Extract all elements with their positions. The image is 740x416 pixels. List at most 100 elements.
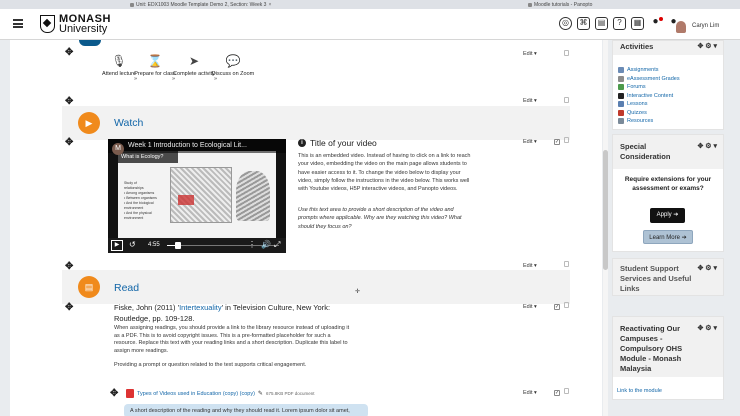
embedded-video[interactable]: What is Ecology? Study of relationships … — [108, 139, 286, 253]
help-icon[interactable]: ? — [613, 17, 626, 30]
lesson-icon — [618, 101, 624, 107]
play-button-icon[interactable]: ▶ — [111, 240, 123, 251]
edit-menu[interactable]: Edit ▾ — [523, 263, 537, 269]
h5p-icon — [618, 92, 624, 99]
edit-menu[interactable]: Edit ▾ — [523, 390, 537, 396]
learn-more-button[interactable]: Learn More ➔ — [643, 230, 693, 244]
mouse-cursor-icon: ✛ — [355, 289, 361, 295]
completion-checkbox[interactable]: ✓ — [554, 390, 560, 396]
block-title-special: Special Consideration — [620, 142, 671, 161]
edit-menu[interactable]: Edit ▾ — [523, 139, 537, 145]
monash-logo[interactable]: MONASH University — [40, 14, 111, 35]
completion-box[interactable] — [564, 261, 569, 267]
info-icon: i — [298, 139, 306, 147]
completion-box[interactable] — [564, 137, 569, 143]
browser-tab-panopto[interactable]: Moodle tutorials - Panopto — [528, 1, 592, 9]
edit-menu[interactable]: Edit ▾ — [523, 98, 537, 104]
move-handle-icon[interactable]: ✥ — [65, 138, 73, 148]
step-label: Prepare for class — [134, 71, 176, 77]
pencil-icon[interactable]: ✎ — [258, 390, 263, 397]
pdf-icon — [126, 389, 134, 398]
more-icon[interactable]: ⋮ — [248, 240, 256, 249]
video-controls: ▶ ↺ 4:55 ⋮ 🔊 ⤢ — [108, 238, 286, 253]
video-slide: What is Ecology? Study of relationships … — [118, 151, 276, 239]
pdf-size: 675.8KB PDF document — [265, 391, 315, 396]
video-title[interactable]: Week 1 Introduction to Ecological Lit... — [128, 142, 247, 149]
resource-icon — [618, 118, 624, 124]
activity-lessons[interactable]: Lessons — [618, 101, 648, 107]
activity-assignments[interactable]: Assignments — [618, 67, 659, 73]
video-progress-handle[interactable] — [175, 242, 182, 249]
activity-resources[interactable]: Resources — [618, 118, 653, 124]
link-icon[interactable]: ⌘ — [577, 17, 590, 30]
activity-forums[interactable]: Forums — [618, 84, 646, 90]
chat-icon: 💬 — [225, 54, 241, 68]
block-title-activities: Activities — [620, 42, 654, 51]
quiz-icon — [618, 109, 624, 116]
block-controls-icon[interactable]: ✥ ⚙ ▾ — [697, 264, 717, 272]
completion-box[interactable] — [564, 50, 569, 56]
section-title-read[interactable]: Read — [114, 282, 139, 294]
close-icon[interactable]: × — [268, 2, 271, 8]
section-title-watch[interactable]: Watch — [114, 117, 143, 129]
channel-avatar[interactable]: M — [112, 143, 124, 155]
video-time: 4:55 — [148, 242, 160, 248]
tab-label: Unit: EDX1003 Moodle Template Demo 2, Se… — [136, 2, 267, 8]
logo-line2: University — [59, 23, 108, 35]
section-icon-partial — [79, 40, 101, 46]
video-title-bar: M Week 1 Introduction to Ecological Lit.… — [108, 139, 286, 155]
pdf-link[interactable]: Types of Videos used in Education (copy)… — [137, 391, 255, 397]
block-activities: Activities ✥ ⚙ ▾ Assignments eAssessment… — [612, 40, 724, 130]
volume-icon[interactable]: 🔊 — [261, 240, 271, 249]
step-complete: ➤ Complete activity — [172, 52, 216, 78]
panel-icon[interactable]: ▤ — [595, 17, 608, 30]
navbar-icons: ◎ ⌘ ▤ ? ▦ ● ● — [559, 17, 680, 30]
citation-link[interactable]: Intertexuality — [179, 303, 222, 312]
move-handle-icon[interactable]: ✥ — [65, 303, 73, 313]
avatar[interactable] — [676, 21, 686, 33]
notification-bell-icon[interactable]: ● — [649, 17, 663, 30]
browser-tab-unit[interactable]: Unit: EDX1003 Moodle Template Demo 2, Se… — [130, 1, 271, 9]
block-controls-icon[interactable]: ✥ ⚙ ▾ — [697, 142, 717, 150]
calendar-icon[interactable]: ▦ — [631, 17, 644, 30]
play-icon: ▶ — [78, 112, 100, 134]
book-icon: ▤ — [78, 276, 100, 298]
edit-menu[interactable]: Edit ▾ — [523, 304, 537, 310]
video-heading: i Title of your video — [298, 138, 377, 148]
module-link[interactable]: Link to the module — [617, 388, 662, 394]
special-consideration-text: Require extensions for your assessment o… — [624, 176, 712, 192]
activity-eassessment[interactable]: eAssessment Grades — [618, 75, 680, 82]
move-handle-icon[interactable]: ✥ — [110, 389, 118, 399]
slide-text: Study of relationships • Among organisms… — [124, 181, 157, 220]
slide-tree-image — [236, 171, 270, 221]
reading-instructions: When assigning readings, you should prov… — [114, 325, 350, 354]
pdf-resource[interactable]: Types of Videos used in Education (copy)… — [126, 389, 314, 398]
completion-box[interactable] — [564, 388, 569, 394]
reading-citation: Fiske, John (2011) 'Intertexuality' in T… — [114, 303, 331, 323]
crest-icon — [40, 15, 55, 33]
fullscreen-icon[interactable]: ⤢ — [274, 240, 280, 250]
completion-checkbox[interactable]: ✓ — [554, 139, 560, 145]
edit-menu[interactable]: Edit ▾ — [523, 51, 537, 57]
step-label: Discuss on Zoom — [211, 71, 255, 77]
block-title-support[interactable]: Student Support Services and Useful Link… — [620, 264, 700, 294]
activity-interactive-content[interactable]: Interactive Content — [618, 92, 673, 99]
apply-button[interactable]: Apply ➔ — [650, 208, 685, 223]
globe-icon[interactable]: ◎ — [559, 17, 572, 30]
completion-box[interactable] — [564, 302, 569, 308]
reading-prompt: Providing a prompt or question related t… — [114, 362, 307, 368]
activity-quizzes[interactable]: Quizzes — [618, 109, 647, 116]
menu-icon[interactable] — [13, 19, 23, 28]
block-controls-icon[interactable]: ✥ ⚙ ▾ — [697, 42, 717, 50]
grades-icon — [618, 75, 624, 82]
scrollbar-thumb[interactable] — [603, 150, 608, 270]
rewind-icon[interactable]: ↺ — [129, 240, 136, 249]
move-handle-icon[interactable]: ✥ — [65, 48, 73, 58]
completion-box[interactable] — [564, 97, 569, 103]
completion-checkbox[interactable]: ✓ — [554, 304, 560, 310]
block-controls-icon[interactable]: ✥ ⚙ ▾ — [697, 324, 717, 332]
tab-label: Moodle tutorials - Panopto — [534, 2, 593, 8]
top-navbar: MONASH University ◎ ⌘ ▤ ? ▦ ● ● Caryn Li… — [0, 9, 740, 40]
hourglass-icon: ⌛ — [147, 54, 163, 68]
user-name[interactable]: Caryn Lim — [692, 23, 719, 29]
